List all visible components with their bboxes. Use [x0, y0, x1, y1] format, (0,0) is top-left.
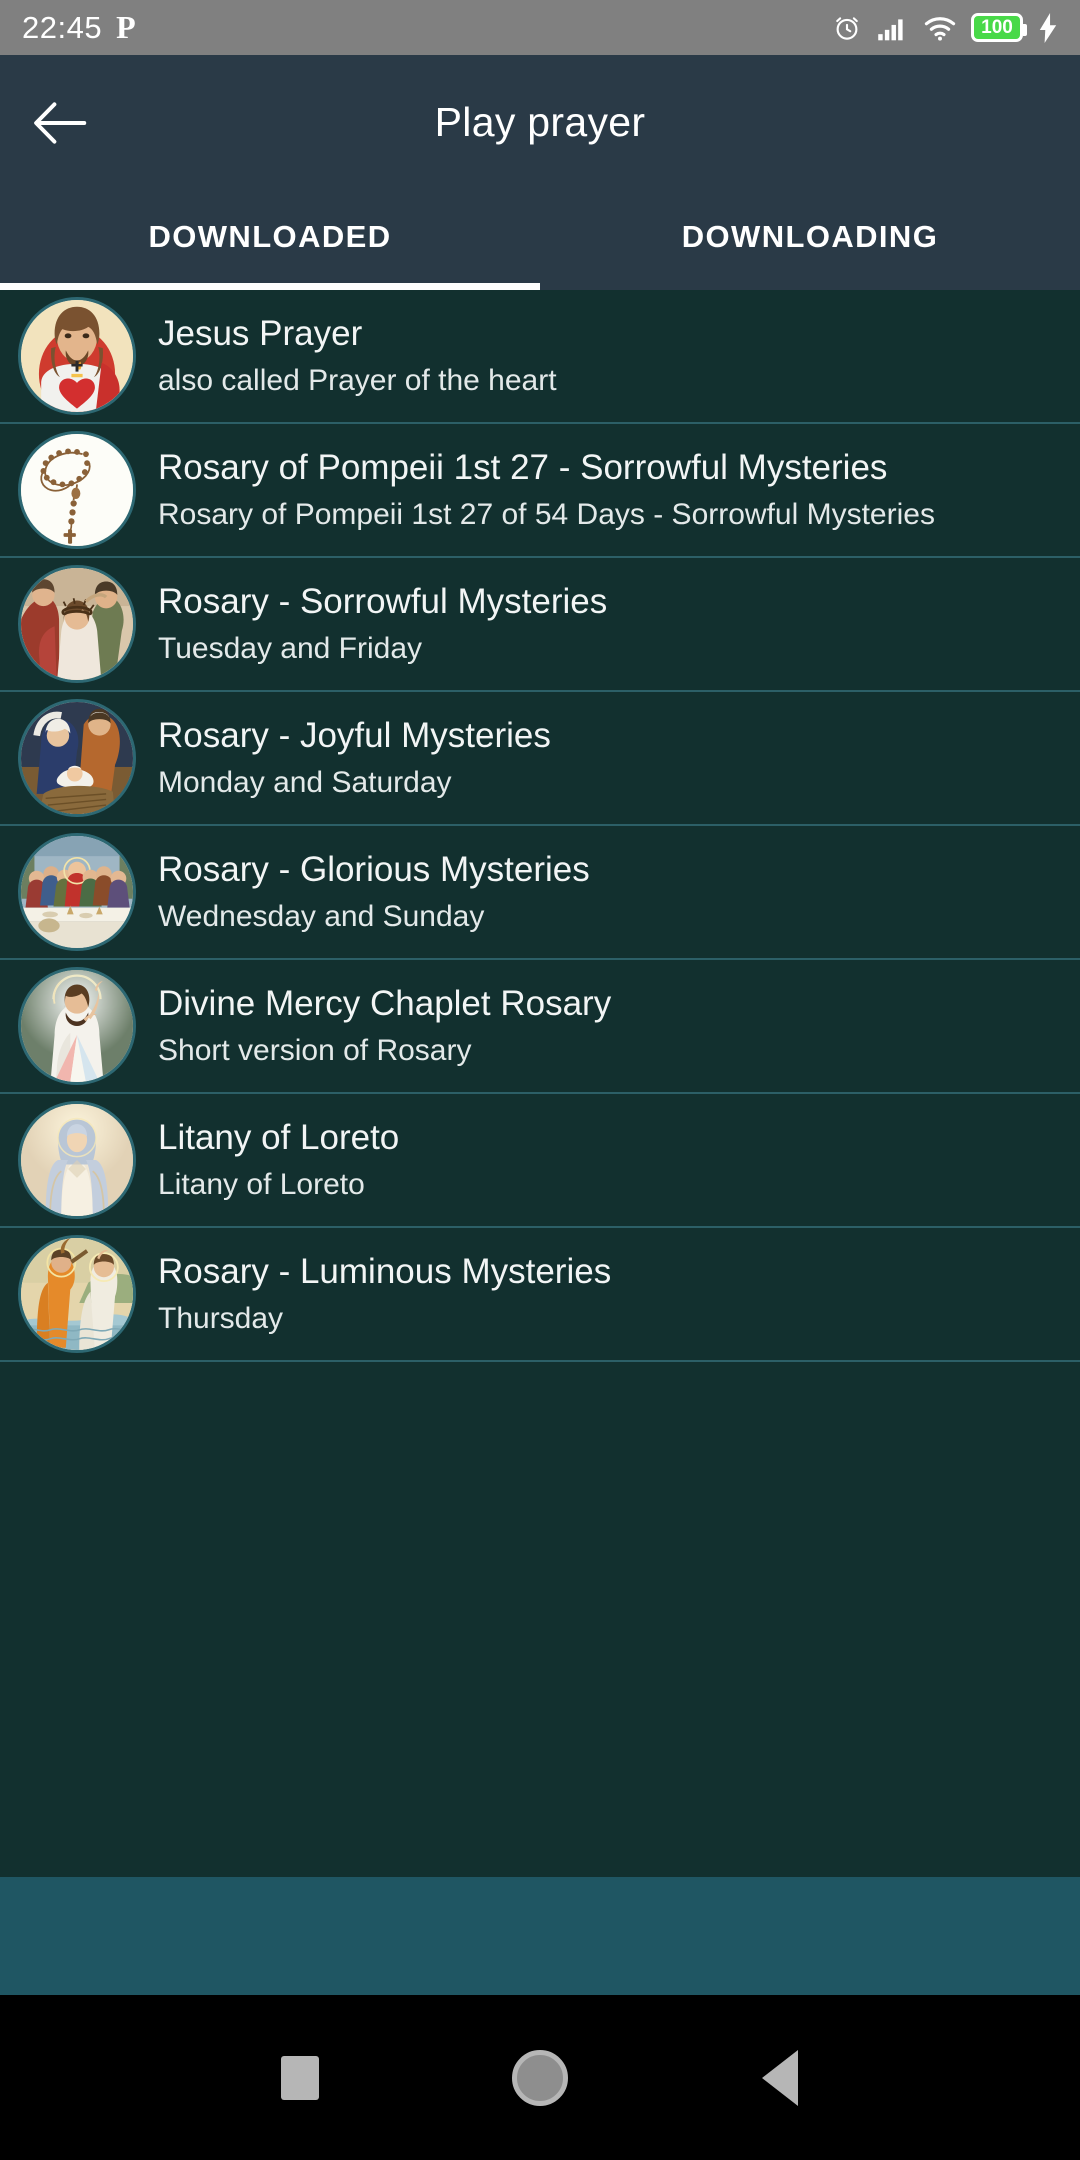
list-item-title: Rosary - Joyful Mysteries — [158, 716, 551, 756]
tab-downloaded[interactable]: DOWNLOADED — [0, 190, 540, 290]
tab-active-indicator — [0, 283, 540, 290]
rosary-beads-image — [21, 434, 133, 546]
list-item-subtitle: Rosary of Pompeii 1st 27 of 54 Days - So… — [158, 497, 935, 531]
list-item-title: Rosary of Pompeii 1st 27 - Sorrowful Mys… — [158, 448, 888, 488]
list-item-subtitle: Thursday — [158, 1301, 284, 1335]
avatar — [18, 297, 136, 415]
list-item[interactable]: Divine Mercy Chaplet Rosary Short versio… — [0, 960, 1080, 1094]
list-item-subtitle: Short version of Rosary — [158, 1033, 472, 1067]
list-item[interactable]: Rosary - Sorrowful Mysteries Tuesday and… — [0, 558, 1080, 692]
list-item-subtitle: Tuesday and Friday — [158, 631, 423, 665]
battery-indicator: 100 — [971, 13, 1027, 42]
list-item-title: Rosary - Sorrowful Mysteries — [158, 582, 608, 622]
avatar — [18, 1101, 136, 1219]
page-title: Play prayer — [434, 99, 646, 145]
charging-bolt-icon — [1039, 12, 1057, 43]
circle-home-icon — [512, 2049, 568, 2106]
list-item-title: Rosary - Glorious Mysteries — [158, 850, 590, 890]
status-bar-right: 100 — [832, 12, 1058, 43]
list-item-text: Rosary - Sorrowful Mysteries Tuesday and… — [136, 567, 1080, 681]
list-item-text: Jesus Prayer also called Prayer of the h… — [136, 299, 1080, 413]
alarm-clock-icon — [836, 16, 858, 40]
square-recents-icon — [281, 2055, 319, 2100]
list-item-title: Litany of Loreto — [158, 1118, 400, 1158]
list-item-subtitle: also called Prayer of the heart — [158, 363, 557, 397]
nativity-image — [21, 702, 133, 814]
back-arrow-icon — [34, 101, 87, 144]
list-item-title: Rosary - Luminous Mysteries — [158, 1252, 612, 1292]
avatar — [18, 431, 136, 549]
list-item-subtitle: Monday and Saturday — [158, 765, 452, 799]
app-notification-badge-icon: P — [116, 9, 136, 45]
virgin-mary-image — [21, 1104, 133, 1216]
system-navigation-bar — [0, 1995, 1080, 2160]
list-item-text: Rosary - Joyful Mysteries Monday and Sat… — [136, 701, 1080, 815]
triangle-back-icon — [762, 2049, 798, 2106]
bottom-accent-strip — [0, 1877, 1080, 1995]
list-item-subtitle: Wednesday and Sunday — [158, 899, 485, 933]
system-back-button[interactable] — [660, 2049, 900, 2106]
list-item-subtitle: Litany of Loreto — [158, 1167, 365, 1201]
tab-bar: DOWNLOADED DOWNLOADING — [0, 190, 1080, 290]
prayer-list: Jesus Prayer also called Prayer of the h… — [0, 290, 1080, 1877]
avatar — [18, 833, 136, 951]
list-item[interactable]: Rosary of Pompeii 1st 27 - Sorrowful Mys… — [0, 424, 1080, 558]
status-bar-left: 22:45 P — [22, 9, 136, 46]
phone-screen: 22:45 P 100 Play prayer DOWNLOADED DOWNL… — [0, 0, 1080, 2160]
clock-time: 22:45 — [22, 9, 103, 45]
list-item-text: Rosary of Pompeii 1st 27 - Sorrowful Mys… — [136, 433, 1080, 547]
avatar — [18, 1235, 136, 1353]
battery-level-label: 100 — [981, 16, 1013, 38]
list-item-text: Litany of Loreto Litany of Loreto — [136, 1103, 1080, 1217]
wifi-icon — [924, 16, 956, 41]
crowning-with-thorns-image — [21, 568, 133, 680]
list-item[interactable]: Rosary - Glorious Mysteries Wednesday an… — [0, 826, 1080, 960]
recents-button[interactable] — [180, 2055, 420, 2100]
baptism-of-jesus-image — [21, 1238, 133, 1350]
app-bar: Play prayer — [0, 55, 1080, 190]
list-item-text: Rosary - Luminous Mysteries Thursday — [136, 1237, 1080, 1351]
list-item-text: Rosary - Glorious Mysteries Wednesday an… — [136, 835, 1080, 949]
divine-mercy-image — [21, 970, 133, 1082]
list-item[interactable]: Litany of Loreto Litany of Loreto — [0, 1094, 1080, 1228]
back-button[interactable] — [0, 100, 120, 146]
list-item[interactable]: Rosary - Luminous Mysteries Thursday — [0, 1228, 1080, 1362]
cellular-signal-icon — [878, 18, 903, 40]
list-item[interactable]: Jesus Prayer also called Prayer of the h… — [0, 290, 1080, 424]
avatar — [18, 967, 136, 1085]
avatar — [18, 565, 136, 683]
list-item-text: Divine Mercy Chaplet Rosary Short versio… — [136, 969, 1080, 1083]
list-item[interactable]: Rosary - Joyful Mysteries Monday and Sat… — [0, 692, 1080, 826]
home-button[interactable] — [420, 2049, 660, 2106]
list-item-title: Divine Mercy Chaplet Rosary — [158, 984, 612, 1024]
list-item-title: Jesus Prayer — [158, 314, 363, 354]
avatar — [18, 699, 136, 817]
status-bar: 22:45 P 100 — [0, 0, 1080, 55]
sacred-heart-of-jesus-image — [21, 300, 133, 412]
last-supper-image — [21, 836, 133, 948]
tab-downloading[interactable]: DOWNLOADING — [540, 190, 1080, 290]
